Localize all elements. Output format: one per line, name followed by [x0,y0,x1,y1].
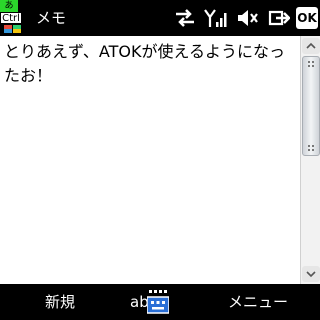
notification-icon[interactable] [266,8,290,28]
ctrl-indicator: Ctrl [0,12,22,24]
sip-label: ab [130,293,149,311]
volume-icon[interactable] [236,8,258,28]
memo-editor[interactable]: とりあえず、ATOKが使えるようになったお！ [0,36,300,284]
start-menu-button[interactable]: あ Ctrl [0,0,28,36]
keyboard-icon [147,290,169,314]
chevron-down-icon [306,271,316,278]
grip-icon [308,61,314,67]
title-bar: あ Ctrl メモ OK [0,0,320,36]
menu-bar: 新規 ab メニュー [0,284,320,320]
scroll-down-button[interactable] [302,266,320,282]
chevron-up-icon [306,42,316,49]
menu-softkey[interactable]: メニュー [208,284,308,320]
memo-app-screen: あ Ctrl メモ OK とりあえず、ATOKが使えるようになったお！ 新規 a… [0,0,320,320]
memo-text[interactable]: とりあえず、ATOKが使えるようになったお！ [4,40,298,88]
start-flag-icon [4,25,21,33]
data-connection-icon[interactable] [174,9,196,27]
ime-mode-indicator: あ [0,0,18,12]
vertical-scrollbar[interactable] [300,36,320,284]
status-icons [174,7,290,29]
app-title: メモ [36,9,67,27]
signal-strength-icon[interactable] [204,8,228,28]
input-panel-button[interactable]: ab [130,288,170,316]
scroll-thumb[interactable] [302,56,320,156]
grip-icon [308,145,314,151]
new-softkey[interactable]: 新規 [20,284,100,320]
scroll-up-button[interactable] [302,38,320,54]
ok-button[interactable]: OK [296,7,318,29]
